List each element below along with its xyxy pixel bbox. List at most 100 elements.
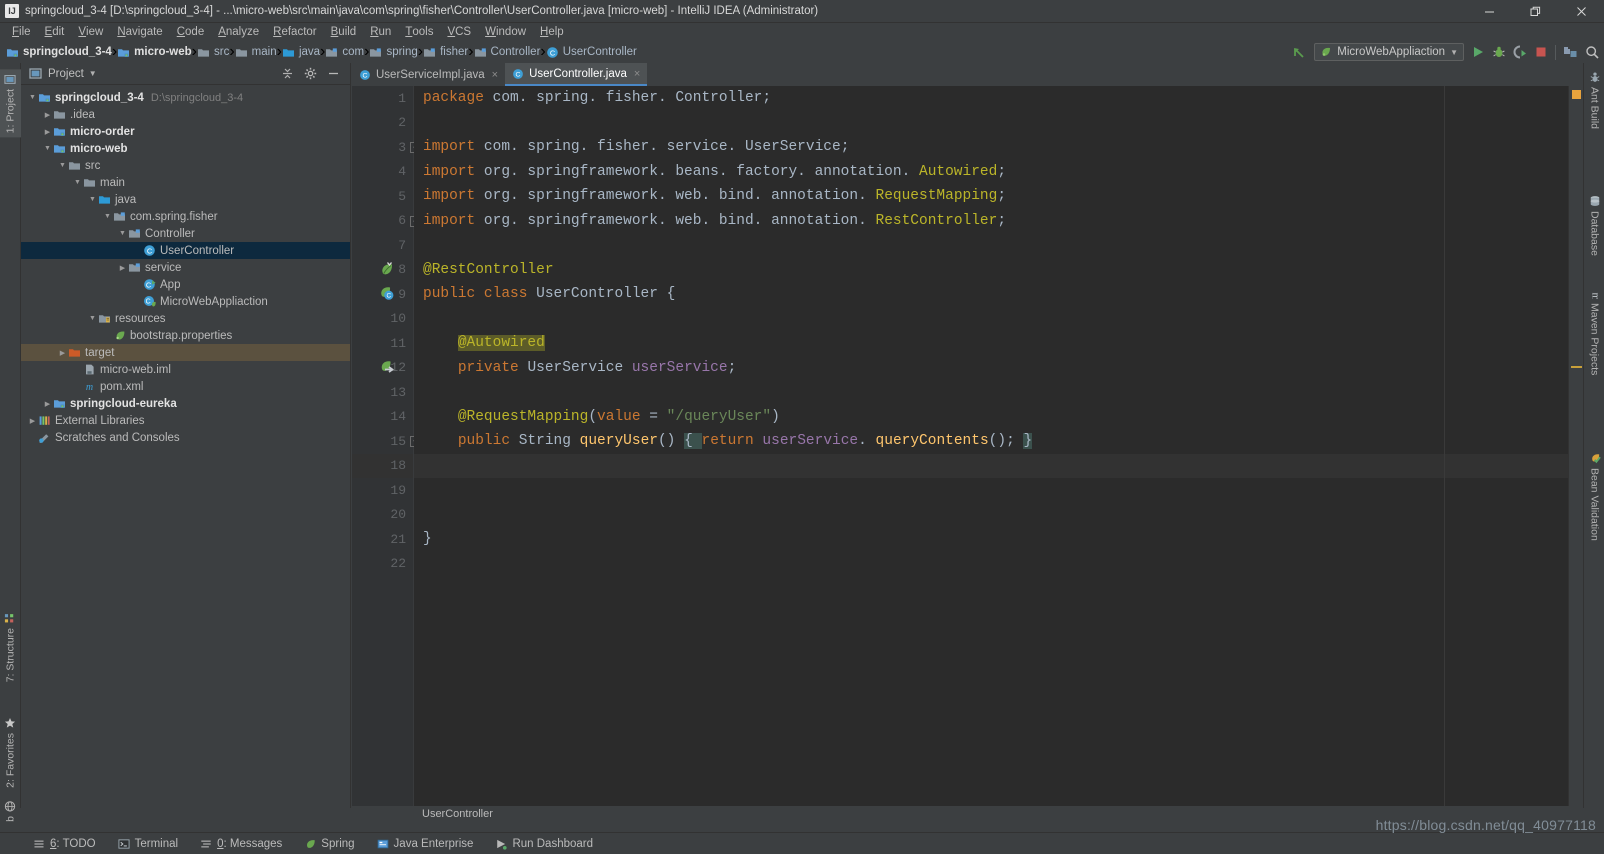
warning-marker[interactable] [1572,90,1581,99]
editor-overview-scrollbar[interactable] [1568,86,1583,808]
gear-icon[interactable] [304,67,317,80]
code-line-8[interactable]: @RestController [414,258,1583,283]
tree-node-springcloud-3-4[interactable]: ▼ springcloud_3-4 D:\springcloud_3-4 [21,89,350,106]
breadcrumb-item-spring[interactable]: spring [369,46,418,59]
tree-node-target[interactable]: ▶ target [21,344,350,361]
menu-item-tools[interactable]: Tools [398,23,440,41]
tree-node-micro-web[interactable]: ▼ micro-web [21,140,350,157]
spring-bean-icon[interactable] [378,261,395,278]
code-line-14[interactable]: @RequestMapping(value = "/queryUser") [414,405,1583,430]
breadcrumb-item-src[interactable]: src [197,46,229,59]
menu-item-edit[interactable]: Edit [38,23,72,41]
status-bar-button-java-enterprise[interactable]: Java Enterprise [366,833,485,854]
gutter-line-3[interactable]: −3 [352,135,421,160]
tree-node-controller[interactable]: ▼ Controller [21,225,350,242]
chevron-down-icon[interactable]: ▼ [72,179,83,186]
project-structure-icon[interactable] [1563,45,1578,60]
tool-window-button-maven-projects[interactable]: m Maven Projects [1584,283,1604,379]
gutter-line-13[interactable]: 13 [352,380,413,405]
tree-node-bootstrap-properties[interactable]: bootstrap.properties [21,327,350,344]
menu-item-build[interactable]: Build [324,23,364,41]
chevron-down-icon[interactable]: ▼ [27,94,38,101]
breadcrumb-item-main[interactable]: main [235,46,277,59]
gutter-line-21[interactable]: 21 [352,527,413,552]
editor-tab-usercontroller-java[interactable]: C UserController.java × [505,63,648,86]
status-bar-button-spring[interactable]: Spring [293,833,365,854]
menu-item-window[interactable]: Window [478,23,533,41]
tree-node-external-libraries[interactable]: ▶ External Libraries [21,412,350,429]
tree-node-app[interactable]: C App [21,276,350,293]
menu-item-run[interactable]: Run [363,23,398,41]
gutter-line-9[interactable]: C9 [352,282,413,307]
breadcrumb-item-java[interactable]: java [282,46,320,59]
breadcrumb-item-usercontroller[interactable]: C UserController [546,46,637,59]
menu-item-help[interactable]: Help [533,23,571,41]
editor-breadcrumb-class[interactable]: UserController [414,808,493,820]
chevron-down-icon[interactable]: ▼ [1450,48,1458,57]
tool-window-button-bean-validation[interactable]: Bean Validation [1584,448,1604,545]
code-line-12[interactable]: private UserService userService; [414,356,1583,381]
chevron-right-icon[interactable]: ▶ [57,349,68,357]
close-icon[interactable] [1558,0,1604,23]
stop-icon[interactable] [1534,45,1548,59]
tree-node-micro-order[interactable]: ▶ micro-order [21,123,350,140]
chevron-down-icon[interactable]: ▼ [102,213,113,220]
tree-node-microwebappliaction[interactable]: C MicroWebAppliaction [21,293,350,310]
chevron-right-icon[interactable]: ▶ [117,264,128,272]
hide-icon[interactable] [327,67,340,80]
tree-node-main[interactable]: ▼ main [21,174,350,191]
editor-tab-userserviceimpl-java[interactable]: C UserServiceImpl.java × [352,63,506,86]
code-line-11[interactable]: @Autowired [414,331,1583,356]
menu-item-file[interactable]: File [5,23,38,41]
tree-node-resources[interactable]: ▼ resources [21,310,350,327]
gutter-line-10[interactable]: 10 [352,307,413,332]
chevron-down-icon[interactable]: ▼ [117,230,128,237]
breadcrumb-item-springcloud-3-4[interactable]: springcloud_3-4 [6,46,112,59]
code-line-4[interactable]: import org. springframework. beans. fact… [414,160,1583,185]
gutter-line-4[interactable]: 4 [352,160,413,185]
gutter-line-18[interactable]: 18 [352,453,413,478]
code-line-5[interactable]: import org. springframework. web. bind. … [414,184,1583,209]
status-bar-button-run-dashboard[interactable]: Run Dashboard [484,833,604,854]
bug-icon[interactable] [1492,45,1506,59]
tree-node-scratches-and-consoles[interactable]: Scratches and Consoles [21,429,350,446]
breadcrumb-item-com[interactable]: com [325,46,364,59]
gutter-line-14[interactable]: 14 [352,405,413,430]
code-line-10[interactable] [414,307,1583,332]
status-bar-button-terminal[interactable]: Terminal [107,833,189,854]
collapse-all-icon[interactable] [281,67,294,80]
chevron-right-icon[interactable]: ▶ [27,417,38,425]
tree-node-usercontroller[interactable]: C UserController [21,242,350,259]
tree-node-pom-xml[interactable]: m pom.xml [21,378,350,395]
breadcrumb-item-controller[interactable]: Controller [474,46,540,59]
tree-node--idea[interactable]: ▶ .idea [21,106,350,123]
breadcrumb-item-fisher[interactable]: fisher [423,46,468,59]
status-bar-button-0-messages[interactable]: 0: Messages [189,833,293,854]
tree-node-src[interactable]: ▼ src [21,157,350,174]
gutter-line-8[interactable]: 8 [352,258,413,283]
chevron-down-icon[interactable]: ▼ [57,162,68,169]
project-tree[interactable]: ▼ springcloud_3-4 D:\springcloud_3-4 ▶ .idea… [21,85,350,808]
code-content[interactable]: package com. spring. fisher. Controller;… [414,86,1583,808]
spring-autowired-icon[interactable] [378,359,395,376]
gutter-line-1[interactable]: 1 [352,86,413,111]
run-configuration-selector[interactable]: MicroWebAppliaction ▼ [1314,43,1464,61]
code-line-6[interactable]: import org. springframework. web. bind. … [414,209,1583,234]
code-line-13[interactable] [414,380,1583,405]
tool-window-button-1-project[interactable]: 1: Project [0,69,21,138]
code-line-21[interactable]: } [414,527,1583,552]
gutter-line-5[interactable]: 5 [352,184,413,209]
gutter-line-20[interactable]: 20 [352,503,413,528]
menu-item-view[interactable]: View [71,23,110,41]
breadcrumb-item-micro-web[interactable]: micro-web [117,46,192,59]
tree-node-com-spring-fisher[interactable]: ▼ com.spring.fisher [21,208,350,225]
gutter-line-6[interactable]: −6 [352,209,421,234]
chevron-right-icon[interactable]: ▶ [42,400,53,408]
chevron-down-icon[interactable]: ▼ [42,145,53,152]
editor-gutter[interactable]: 12−345−678C91011121314+151819202122 [352,86,421,808]
code-line-3[interactable]: import com. spring. fisher. service. Use… [414,135,1583,160]
menu-item-navigate[interactable]: Navigate [110,23,169,41]
code-line-2[interactable] [414,111,1583,136]
code-line-19[interactable] [414,478,1583,503]
gutter-line-19[interactable]: 19 [352,478,413,503]
